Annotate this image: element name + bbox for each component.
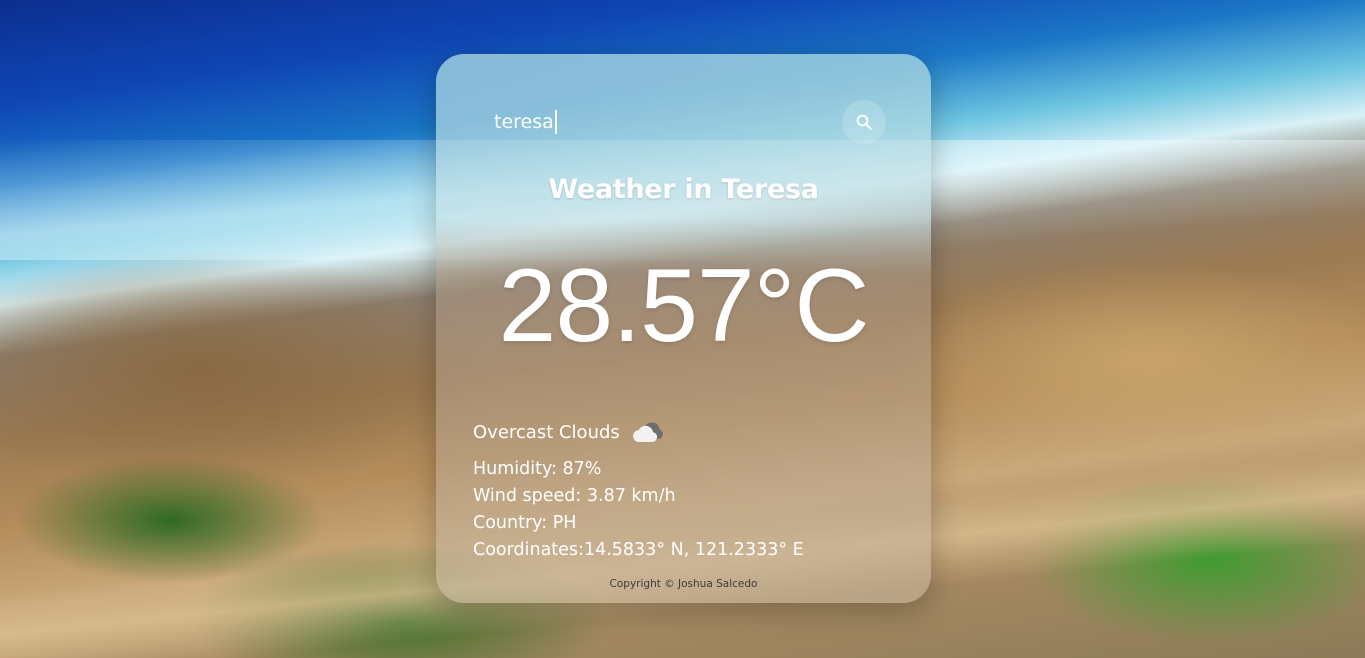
cloud-icon	[632, 422, 663, 442]
city-title: Weather in Teresa	[548, 174, 819, 205]
search-bar: teresa	[476, 100, 896, 144]
search-input[interactable]: teresa	[476, 100, 826, 144]
weather-card: teresa Weather in Teresa 28.57°C Overcas…	[436, 54, 931, 603]
weather-details: Humidity: 87% Wind speed: 3.87 km/h Coun…	[473, 456, 804, 564]
search-icon	[856, 114, 872, 130]
search-button[interactable]	[842, 100, 886, 144]
wind-speed: Wind speed: 3.87 km/h	[473, 486, 676, 506]
humidity: Humidity: 87%	[473, 459, 602, 479]
temperature: 28.57°C	[498, 248, 870, 364]
weather-description: Overcast Clouds	[473, 421, 620, 443]
coordinates: Coordinates:14.5833° N, 121.2333° E	[473, 540, 804, 560]
weather-description-row: Overcast Clouds	[473, 418, 668, 446]
search-input-value: teresa	[494, 110, 557, 134]
copyright-footer: Copyright © Joshua Salcedo	[609, 578, 758, 590]
country: Country: PH	[473, 513, 577, 533]
